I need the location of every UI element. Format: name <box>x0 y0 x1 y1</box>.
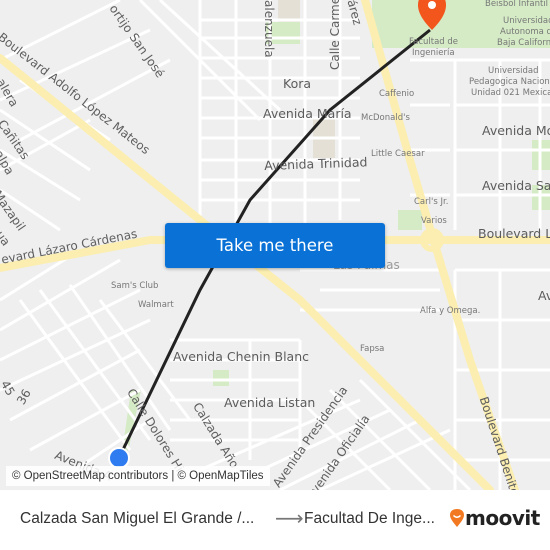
poi-beisbol: Beisbol Infantil <box>485 0 549 9</box>
map-canvas[interactable]: Boulevard Adolfo López Mateos ortijo San… <box>0 0 550 490</box>
map-attribution[interactable]: © OpenStreetMap contributors | © OpenMap… <box>6 466 270 486</box>
arrow-right-icon: ⟶ <box>275 506 304 530</box>
label-avenida-sal: Avenida Sal <box>482 178 550 193</box>
poi-mcdonalds: McDonald's <box>361 113 410 123</box>
park <box>398 210 422 230</box>
label-blvd-la: Boulevard La <box>478 226 550 241</box>
poi-carls-jr: Carl's Jr. <box>414 197 449 207</box>
destination-stop-name: Facultad De Inge... <box>304 510 435 527</box>
label-avenida-mo: Avenida Mo <box>482 123 550 138</box>
poi-facultad-1: Facultad de <box>409 37 459 47</box>
poi-uabc-2: Autonoma de <box>500 27 550 37</box>
label-avenida-chenin-blanc: Avenida Chenin Blanc <box>173 349 310 364</box>
take-me-there-button[interactable]: Take me there <box>165 223 385 268</box>
route-footer: Calzada San Miguel El Grande /... ⟶ Facu… <box>0 490 550 550</box>
poi-caffenio: Caffenio <box>379 89 415 99</box>
poi-alfa-omega: Alfa y Omega. <box>420 306 481 316</box>
label-av-right: Av <box>538 288 550 303</box>
poi-uabc-3: Baja California <box>497 38 550 48</box>
poi-varios: Varios <box>421 216 447 226</box>
label-avenida-listan: Avenida Listan <box>224 395 316 410</box>
poi-fapsa: Fapsa <box>360 344 385 354</box>
label-kora: Kora <box>283 76 312 91</box>
poi-uabc-1: Universidad <box>503 16 550 26</box>
poi-facultad-2: Ingeniería <box>412 48 455 58</box>
poi-little-caesar: Little Caesar <box>371 149 425 159</box>
moovit-wordmark: moovit <box>465 506 540 530</box>
label-calle-carmen: Calle Carme <box>328 0 342 70</box>
moovit-logo[interactable]: moovit <box>449 506 540 530</box>
poi-upn-3: Unidad 021 Mexicali <box>471 88 550 98</box>
poi-sams-club: Sam's Club <box>111 281 159 291</box>
poi-upn-2: Pedagogica Nacional <box>469 77 550 87</box>
poi-walmart: Walmart <box>138 300 174 310</box>
poi-upn-1: Universidad <box>488 66 539 76</box>
origin-stop-name: Calzada San Miguel El Grande /... <box>20 510 255 527</box>
park <box>213 370 229 386</box>
label-avenida-maria: Avenida María <box>263 106 352 121</box>
label-valenzuela: alenzuela <box>262 0 276 58</box>
moovit-pin-icon <box>450 509 464 527</box>
